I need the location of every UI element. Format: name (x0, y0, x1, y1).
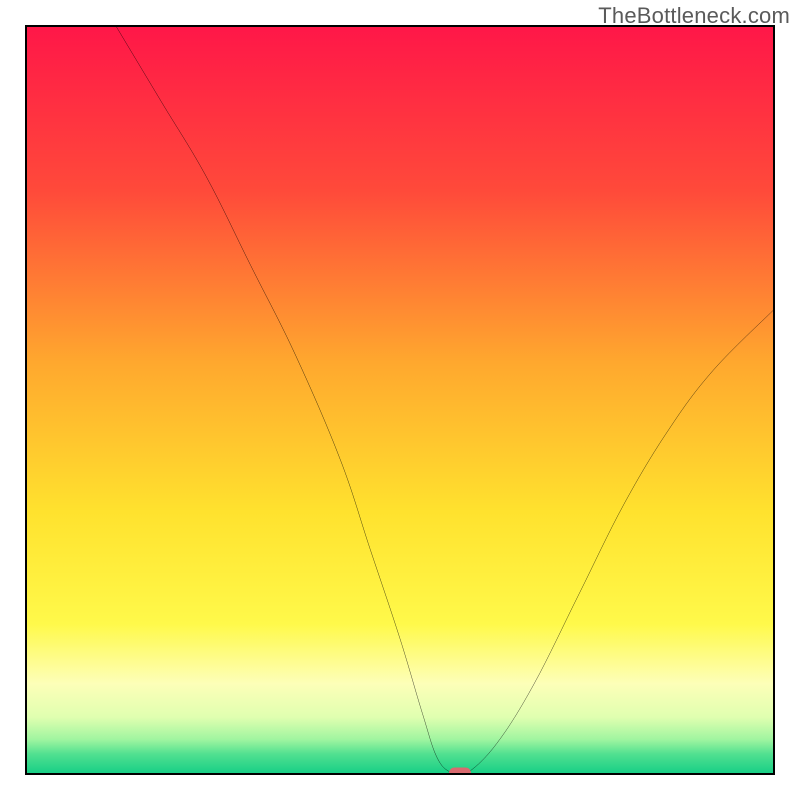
plot-area (25, 25, 775, 775)
optimum-marker (449, 768, 471, 776)
bottleneck-curve (27, 27, 773, 773)
watermark-text: TheBottleneck.com (598, 3, 790, 29)
chart-container: TheBottleneck.com (0, 0, 800, 800)
